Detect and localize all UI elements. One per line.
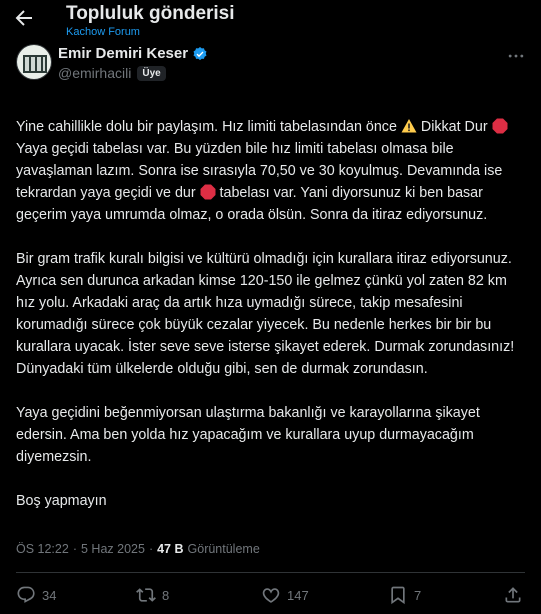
avatar[interactable]	[16, 44, 52, 80]
repost-count: 8	[162, 587, 170, 603]
reply-icon	[17, 586, 35, 603]
post-time[interactable]: ÖS 12:22	[16, 542, 69, 556]
post-meta: ÖS 12:22 · 5 Haz 2025 · 47 B Görüntüleme	[16, 542, 260, 556]
share-button[interactable]	[503, 585, 523, 605]
stop-sign-icon	[492, 118, 508, 134]
repost-icon	[136, 588, 156, 602]
community-link[interactable]: Kachow Forum	[66, 26, 140, 38]
page-title: Topluluk gönderisi	[66, 3, 235, 24]
bookmark-count: 7	[414, 587, 422, 603]
share-icon	[505, 587, 521, 603]
views-count: 47 B	[157, 542, 184, 556]
author-name[interactable]: Emir Demiri Keser	[58, 45, 188, 62]
repost-button[interactable]: 8	[136, 585, 169, 605]
more-icon[interactable]	[506, 46, 526, 66]
top-bar: Topluluk gönderisi Kachow Forum	[0, 0, 541, 40]
member-badge: Üye	[137, 65, 166, 81]
like-icon	[262, 588, 280, 603]
author-handle[interactable]: @emirhacili	[58, 65, 131, 81]
post-body: Yine cahillikle dolu bir paylaşım. Hız l…	[16, 94, 528, 534]
views-label: Görüntüleme	[187, 542, 260, 556]
action-bar: 34 8 147 7	[16, 585, 525, 611]
post-paragraph: Yine cahillikle dolu bir paylaşım. Hız l…	[16, 94, 528, 226]
stop-sign-icon	[200, 184, 216, 200]
bookmark-button[interactable]: 7	[388, 585, 421, 605]
post-author: Emir Demiri Keser @emirhacili Üye	[16, 44, 526, 84]
verified-icon	[193, 46, 207, 60]
meta-separator: ·	[148, 542, 154, 556]
divider	[16, 572, 525, 573]
post-date[interactable]: 5 Haz 2025	[81, 542, 145, 556]
post-paragraph: Yaya geçidini beğenmiyorsan ulaştırma ba…	[16, 405, 480, 465]
post-paragraph: Boş yapmayın	[16, 493, 107, 509]
reply-count: 34	[42, 587, 57, 603]
like-button[interactable]: 147	[261, 585, 309, 605]
meta-separator: ·	[72, 542, 77, 556]
post-paragraph: Bir gram trafik kuralı bilgisi ve kültür…	[16, 251, 515, 377]
like-count: 147	[287, 587, 309, 603]
reply-button[interactable]: 34	[16, 585, 56, 605]
warning-icon	[401, 119, 417, 133]
bookmark-icon	[391, 586, 405, 605]
back-arrow-icon[interactable]	[12, 6, 36, 30]
